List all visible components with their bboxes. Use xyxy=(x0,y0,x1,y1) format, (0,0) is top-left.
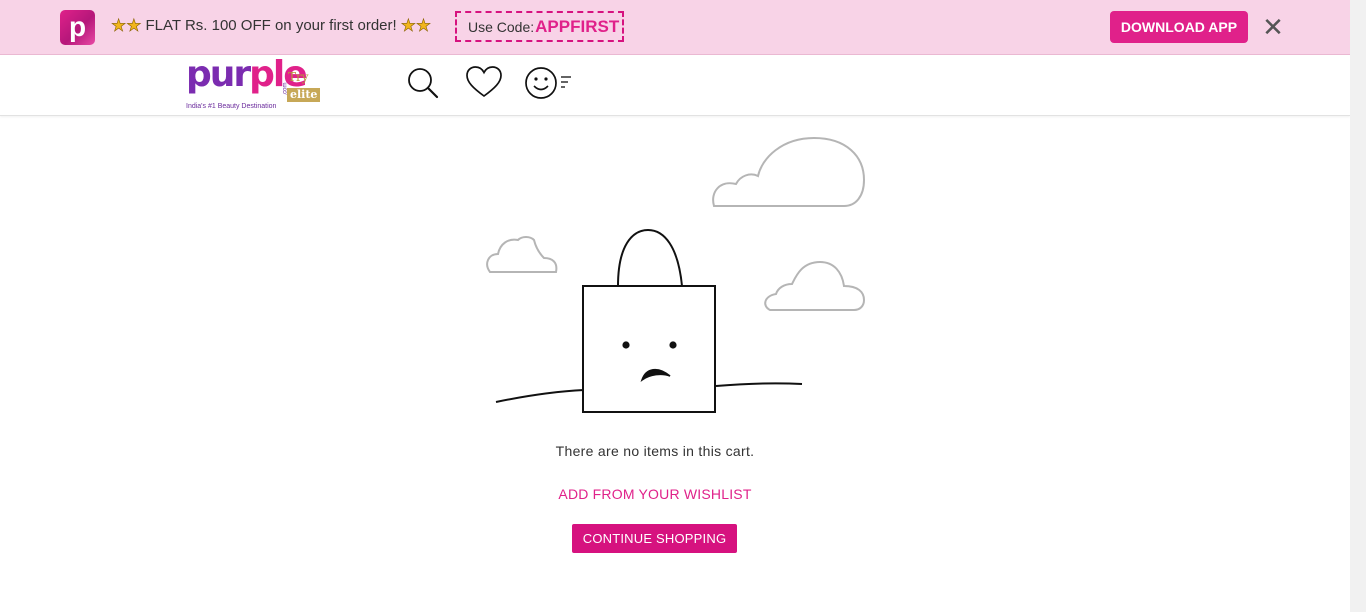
horizon-right xyxy=(715,382,803,387)
elite-badge[interactable]: elite xyxy=(287,88,321,102)
try-label: Try xyxy=(288,70,309,84)
promo-banner: p ★★ FLAT Rs. 100 OFF on your first orde… xyxy=(0,0,1350,55)
horizon-left xyxy=(495,389,585,403)
small-cloud-right xyxy=(764,260,866,311)
bag-body xyxy=(582,285,716,413)
brand-tagline: India's #1 Beauty Destination xyxy=(186,103,277,110)
code-label: Use Code: xyxy=(468,18,535,35)
close-icon[interactable]: ✕ xyxy=(1262,14,1284,40)
star-icon: ★★ xyxy=(111,16,142,35)
large-cloud xyxy=(712,136,866,207)
star-icon: ★★ xyxy=(400,16,432,35)
app-logo-icon: p xyxy=(60,10,95,45)
app-logo-letter: p xyxy=(68,11,87,42)
brand-logo[interactable]: purple .com India's #1 Beauty Destinatio… xyxy=(186,54,326,113)
add-from-wishlist-link[interactable]: ADD FROM YOUR WISHLIST xyxy=(0,486,1310,502)
empty-cart-message: There are no items in this cart. xyxy=(555,443,755,459)
code-value: APPFIRST xyxy=(535,16,620,36)
bag-handle xyxy=(617,228,683,287)
search-icon[interactable] xyxy=(406,63,440,103)
heart-icon[interactable] xyxy=(465,63,503,103)
offer-text: FLAT Rs. 100 OFF on your first order! xyxy=(145,17,397,34)
empty-cart-section: There are no items in this cart. ADD FRO… xyxy=(0,116,1350,612)
promo-offer: ★★ FLAT Rs. 100 OFF on your first order!… xyxy=(111,16,432,35)
small-cloud-left xyxy=(486,236,558,273)
wordmark-first: pur xyxy=(186,54,251,95)
account-menu-icon[interactable] xyxy=(524,63,574,103)
scrollbar[interactable] xyxy=(1350,0,1366,612)
promo-code-box: Use Code: APPFIRST xyxy=(455,11,624,42)
empty-cart-illustration xyxy=(486,136,866,413)
site-header: purple .com India's #1 Beauty Destinatio… xyxy=(0,54,1350,116)
download-app-button[interactable]: DOWNLOAD APP xyxy=(1110,11,1248,43)
continue-shopping-button[interactable]: CONTINUE SHOPPING xyxy=(572,524,737,553)
